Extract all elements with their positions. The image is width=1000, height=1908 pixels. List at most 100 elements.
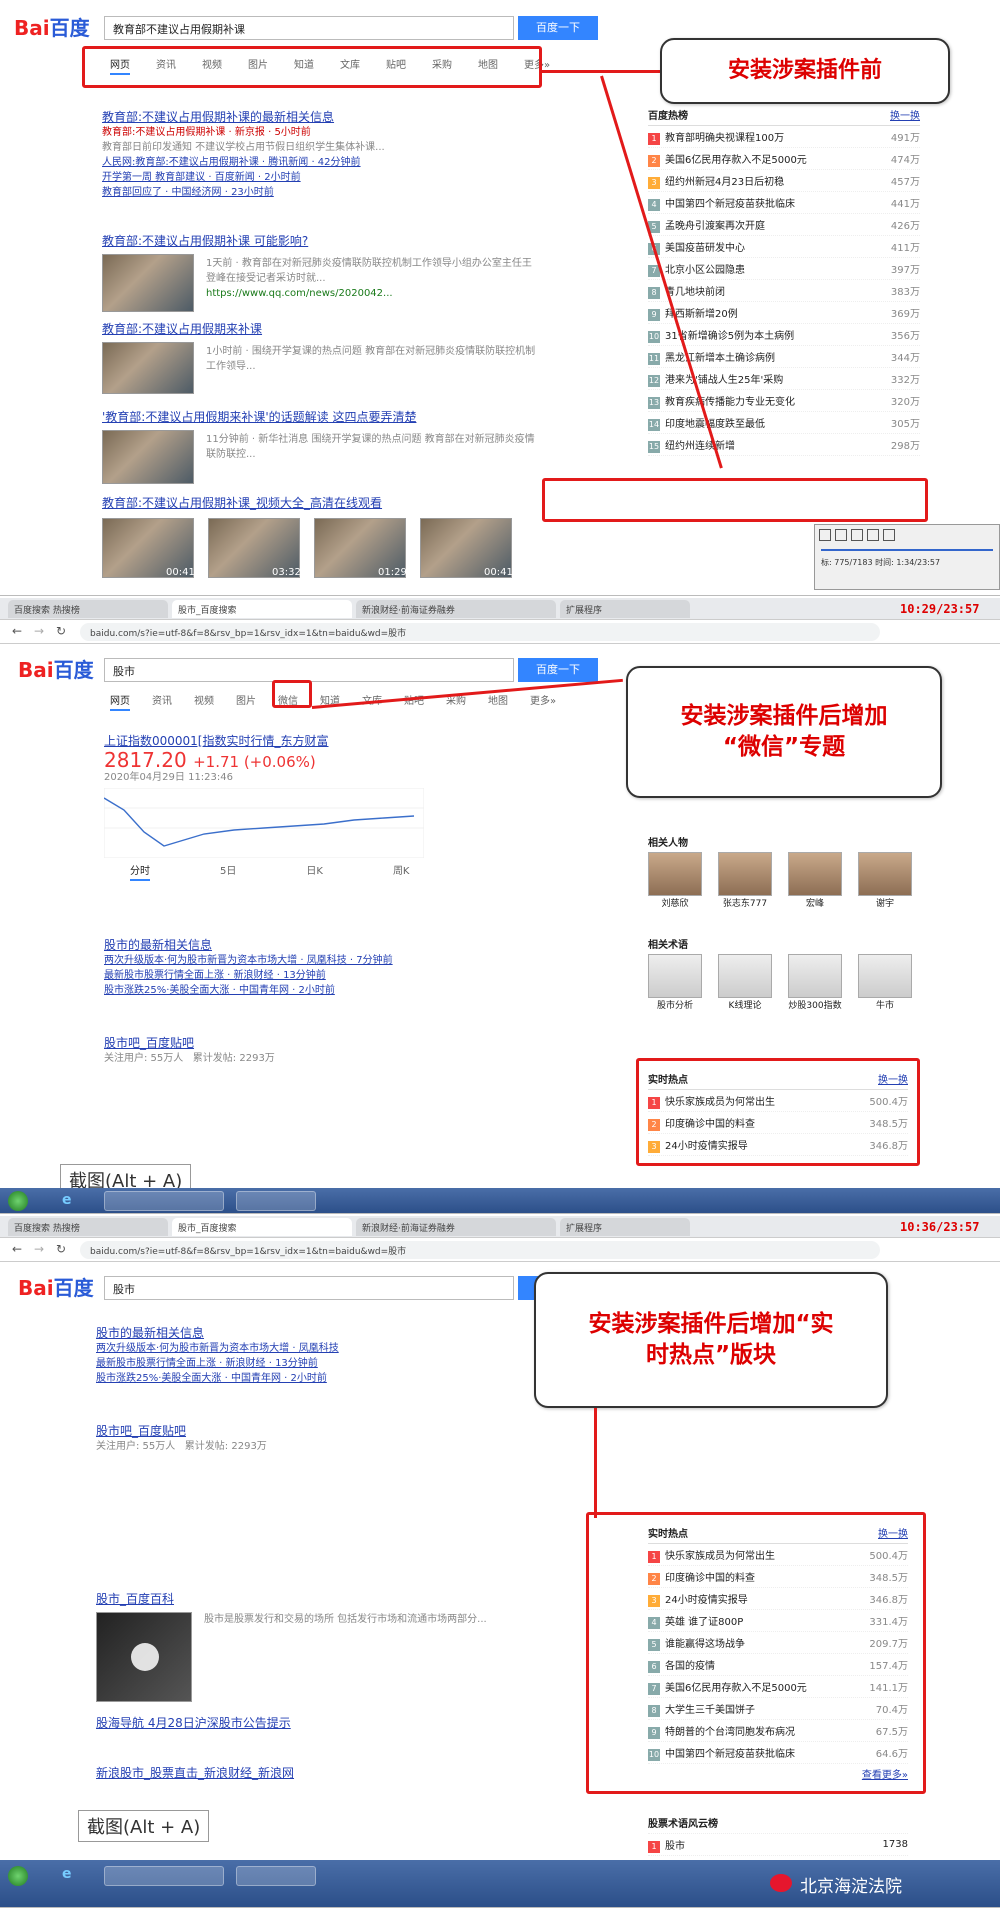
- hot-refresh-link[interactable]: 换一换: [890, 107, 920, 122]
- result-title[interactable]: 股市吧_百度贴吧: [96, 1424, 526, 1439]
- forward-icon[interactable]: →: [34, 624, 44, 638]
- result-2-thumbnail[interactable]: [102, 254, 194, 312]
- hot-item[interactable]: 4 中国第四个新冠疫苗获批临床 441万: [648, 192, 920, 214]
- result-title[interactable]: 股海导航 4月28日沪深股市公告提示: [96, 1716, 526, 1731]
- hot-item[interactable]: 5 孟晚舟引渡案再次开庭 426万: [648, 214, 920, 236]
- search-input[interactable]: 股市: [104, 658, 514, 682]
- result-4-thumbnail[interactable]: [102, 430, 194, 484]
- reload-icon[interactable]: ↻: [56, 624, 66, 638]
- baidu-logo[interactable]: Bai百度: [18, 654, 94, 683]
- browser-tab-active[interactable]: 股市_百度搜索: [172, 600, 352, 618]
- player-control-icon[interactable]: [835, 529, 847, 541]
- player-control-icon[interactable]: [851, 529, 863, 541]
- browser-tab[interactable]: 新浪财经·前海证券融券: [356, 600, 556, 618]
- player-control-icon[interactable]: [819, 529, 831, 541]
- result-title[interactable]: 股市的最新相关信息: [104, 938, 524, 953]
- browser-tab[interactable]: 新浪财经·前海证券融券: [356, 1218, 556, 1236]
- url-field[interactable]: baidu.com/s?ie=utf-8&f=8&rsv_bp=1&rsv_id…: [80, 623, 880, 641]
- start-icon[interactable]: [8, 1191, 28, 1211]
- tab-news[interactable]: 资讯: [152, 692, 172, 711]
- result-title[interactable]: '教育部:不建议占用假期来补课'的话题解读 这四点要弄清楚: [102, 410, 532, 425]
- url-field[interactable]: baidu.com/s?ie=utf-8&f=8&rsv_bp=1&rsv_id…: [80, 1241, 880, 1259]
- reload-icon[interactable]: ↻: [56, 1242, 66, 1256]
- result-title[interactable]: 教育部:不建议占用假期来补课: [102, 322, 532, 337]
- hot-item[interactable]: 3 纽约州新冠4月23日后初稳 457万: [648, 170, 920, 192]
- range-tab[interactable]: 分时: [130, 862, 150, 881]
- term-card[interactable]: 牛市: [858, 954, 912, 1011]
- player-control-icon[interactable]: [867, 529, 879, 541]
- rank-badge: 12: [648, 374, 660, 387]
- search-input[interactable]: 股市: [104, 1276, 514, 1300]
- baidu-logo[interactable]: Bai百度: [14, 12, 90, 41]
- result-title[interactable]: 教育部:不建议占用假期补课的最新相关信息: [102, 110, 532, 125]
- person-card[interactable]: 张志东777: [718, 852, 772, 909]
- hot-item[interactable]: 13 教育疾病传播能力专业无变化 320万: [648, 390, 920, 412]
- hot-item[interactable]: 9 拜西斯新增20例 369万: [648, 302, 920, 324]
- hot-item-count: 298万: [890, 441, 920, 452]
- back-icon[interactable]: ←: [12, 624, 22, 638]
- tabs-highlight-box: [82, 46, 542, 88]
- result-2-snippet: 1天前 · 教育部在对新冠肺炎疫情联防联控机制工作领导小组办公室主任王登峰在接受…: [206, 258, 532, 299]
- ie-icon[interactable]: e: [62, 1866, 72, 1882]
- range-tab[interactable]: 日K: [306, 862, 323, 881]
- range-tab[interactable]: 周K: [393, 862, 410, 881]
- result-title[interactable]: 教育部:不建议占用假期补课 可能影响?: [102, 234, 532, 249]
- browser-tab-active[interactable]: 股市_百度搜索: [172, 1218, 352, 1236]
- result-title[interactable]: 教育部:不建议占用假期补课_视频大全_高清在线观看: [102, 496, 532, 511]
- tab-more[interactable]: 更多»: [530, 692, 556, 711]
- start-icon[interactable]: [8, 1866, 28, 1886]
- tab-zhidao[interactable]: 知道: [320, 692, 340, 711]
- stock-title-link[interactable]: 上证指数000001[指数实时行情_东方财富: [104, 734, 524, 749]
- taskbar-app[interactable]: [236, 1191, 316, 1211]
- result-title[interactable]: 股市的最新相关信息: [96, 1326, 526, 1341]
- browser-tab[interactable]: 百度搜索 热搜榜: [8, 1218, 168, 1236]
- hot-item[interactable]: 7 北京小区公园隐患 397万: [648, 258, 920, 280]
- video-thumbnail[interactable]: [96, 1612, 192, 1702]
- play-icon[interactable]: [131, 1643, 159, 1671]
- player-control-icon[interactable]: [883, 529, 895, 541]
- wechat-tab-highlight-box: [272, 680, 312, 708]
- back-icon[interactable]: ←: [12, 1242, 22, 1256]
- term-card[interactable]: 股市分析: [648, 954, 702, 1011]
- range-tab[interactable]: 5日: [220, 862, 236, 881]
- term-card[interactable]: K线理论: [718, 954, 772, 1011]
- hot-item[interactable]: 1 教育部明确央视课程100万 491万: [648, 126, 920, 148]
- hot-item[interactable]: 6美国疫苗研发中心411万: [648, 236, 920, 258]
- taskbar-chrome[interactable]: [104, 1191, 224, 1211]
- taskbar-app[interactable]: [236, 1866, 316, 1886]
- weibo-icon: [770, 1874, 792, 1892]
- result-3-thumbnail[interactable]: [102, 342, 194, 394]
- ie-icon[interactable]: e: [62, 1192, 72, 1208]
- person-card[interactable]: 谢宇: [858, 852, 912, 909]
- hot-item[interactable]: 14 印度地震幅度跌至最低 305万: [648, 412, 920, 434]
- hot-item[interactable]: 10 31省新增确诊5例为本土病例 356万: [648, 324, 920, 346]
- tab-map[interactable]: 地图: [488, 692, 508, 711]
- browser-tab[interactable]: 扩展程序: [560, 1218, 690, 1236]
- browser-tab[interactable]: 扩展程序: [560, 600, 690, 618]
- result-title[interactable]: 股市吧_百度贴吧: [104, 1036, 524, 1051]
- tab-web[interactable]: 网页: [110, 692, 130, 711]
- search-button[interactable]: 百度一下: [518, 658, 598, 682]
- baidu-logo[interactable]: Bai百度: [18, 1272, 94, 1301]
- result-title[interactable]: 新浪股市_股票直击_新浪财经_新浪网: [96, 1766, 526, 1781]
- tab-tieba[interactable]: 贴吧: [404, 692, 424, 711]
- term-card[interactable]: 炒股300指数: [788, 954, 842, 1011]
- browser-tab[interactable]: 百度搜索 热搜榜: [8, 600, 168, 618]
- result-stock-tieba: 股市吧_百度贴吧 关注用户: 55万人 累计发帖: 2293万: [104, 1036, 524, 1066]
- hot-item[interactable]: 12 港来为'铺战人生25年'采购 332万: [648, 368, 920, 390]
- hot-item[interactable]: 8 青几地块前闭 383万: [648, 280, 920, 302]
- rank-badge: 9: [648, 308, 660, 321]
- hot-item-count: 441万: [890, 199, 920, 210]
- hot-item[interactable]: 2 美国6亿民用存款入不足5000元 474万: [648, 148, 920, 170]
- taskbar-chrome[interactable]: [104, 1866, 224, 1886]
- hot-item[interactable]: 15 纽约州连续新增 298万: [648, 434, 920, 456]
- person-card[interactable]: 宏峰: [788, 852, 842, 909]
- search-button[interactable]: 百度一下: [518, 16, 598, 40]
- result-title[interactable]: 股市_百度百科: [96, 1592, 526, 1607]
- tab-video[interactable]: 视频: [194, 692, 214, 711]
- search-input[interactable]: 教育部不建议占用假期补课: [104, 16, 514, 40]
- tab-image[interactable]: 图片: [236, 692, 256, 711]
- person-card[interactable]: 刘慈欣: [648, 852, 702, 909]
- video-duration: 00:41: [484, 567, 513, 578]
- forward-icon[interactable]: →: [34, 1242, 44, 1256]
